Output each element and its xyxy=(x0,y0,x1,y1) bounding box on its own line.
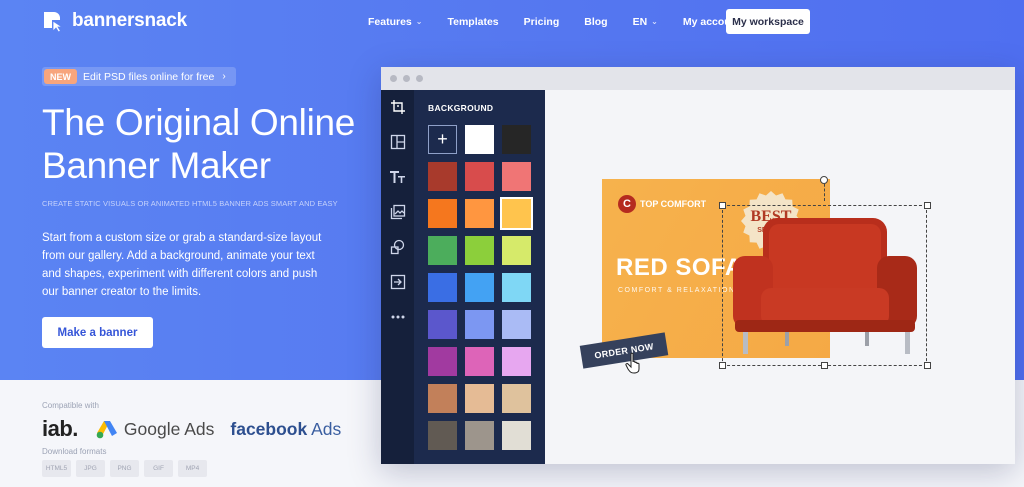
nav-pricing[interactable]: Pricing xyxy=(524,16,560,28)
format-badge-jpg: JPG xyxy=(76,460,105,477)
color-swatch[interactable] xyxy=(428,273,457,302)
download-formats-label: Download formats xyxy=(42,447,107,456)
make-banner-button[interactable]: Make a banner xyxy=(42,317,153,348)
nav-blog[interactable]: Blog xyxy=(584,16,607,28)
chevron-down-icon: ⌄ xyxy=(651,17,658,26)
window-titlebar xyxy=(381,67,1015,90)
color-swatch[interactable] xyxy=(428,199,457,228)
background-panel: BACKGROUND + xyxy=(414,90,545,464)
import-icon[interactable] xyxy=(387,271,408,292)
color-swatch[interactable] xyxy=(428,310,457,339)
banner-brand: C TOP COMFORT xyxy=(618,195,706,213)
resize-handle[interactable] xyxy=(924,362,931,369)
color-swatch[interactable] xyxy=(502,310,531,339)
resize-handle[interactable] xyxy=(719,202,726,209)
facebook-wordmark: facebook xyxy=(230,418,308,439)
color-swatch[interactable] xyxy=(428,384,457,413)
resize-handle[interactable] xyxy=(924,202,931,209)
main-nav: Features ⌄ Templates Pricing Blog EN ⌄ My … xyxy=(368,9,776,34)
new-feature-text: Edit PSD files online for free xyxy=(83,70,215,83)
more-icon[interactable] xyxy=(387,306,408,327)
format-badge-png: PNG xyxy=(110,460,139,477)
color-swatch[interactable] xyxy=(502,347,531,376)
color-swatch[interactable] xyxy=(465,384,494,413)
color-swatch[interactable] xyxy=(502,236,531,265)
color-swatch[interactable] xyxy=(465,236,494,265)
color-swatch[interactable] xyxy=(465,421,494,450)
editor-canvas[interactable]: C TOP COMFORT RED SOFA COMFORT & RELAXAT… xyxy=(545,90,1015,464)
color-swatch[interactable] xyxy=(502,273,531,302)
add-color-button[interactable]: + xyxy=(428,125,457,154)
hero-description: Start from a custom size or grab a stand… xyxy=(42,232,322,298)
nav-templates-label: Templates xyxy=(447,15,499,28)
color-swatch[interactable] xyxy=(428,347,457,376)
brand-logo-icon: C xyxy=(618,195,636,213)
color-swatch[interactable] xyxy=(502,162,531,191)
color-swatch[interactable] xyxy=(465,273,494,302)
color-swatch[interactable] xyxy=(502,384,531,413)
window-dot-icon xyxy=(416,75,423,82)
color-swatch[interactable] xyxy=(465,310,494,339)
editor-toolbar xyxy=(381,90,414,464)
compatible-label: Compatible with xyxy=(42,401,99,410)
nav-language[interactable]: EN ⌄ xyxy=(633,16,658,28)
resize-handle[interactable] xyxy=(719,362,726,369)
window-dot-icon xyxy=(403,75,410,82)
window-dot-icon xyxy=(390,75,397,82)
crop-icon[interactable] xyxy=(387,96,408,117)
partner-logos: iab. Google Ads facebook Ads xyxy=(42,415,341,443)
logo[interactable]: bannersnack xyxy=(42,10,188,33)
hand-cursor-icon xyxy=(625,352,640,374)
color-swatch[interactable] xyxy=(465,125,494,154)
nav-features[interactable]: Features ⌄ xyxy=(368,16,422,28)
brand-name: TOP COMFORT xyxy=(640,199,707,209)
editor-preview: BACKGROUND + C TOP COMFORT RED SOFA COMF… xyxy=(381,67,1015,464)
headline-line-1: The Original Online xyxy=(42,102,356,143)
headline-line-2: Banner Maker xyxy=(42,145,271,186)
nav-blog-label: Blog xyxy=(584,15,608,28)
nav-templates[interactable]: Templates xyxy=(447,16,498,28)
google-ads-text: Google Ads xyxy=(123,418,215,439)
my-workspace-button[interactable]: My workspace xyxy=(726,9,810,34)
bannersnack-logo-icon xyxy=(42,10,64,33)
iab-logo: iab. xyxy=(42,416,78,441)
resize-handle[interactable] xyxy=(821,362,828,369)
rotate-handle[interactable] xyxy=(820,176,828,184)
selection-box[interactable] xyxy=(722,205,927,366)
page-title: The Original Online Banner Maker xyxy=(42,101,382,187)
facebook-ads-text: Ads xyxy=(307,418,342,439)
color-swatch[interactable] xyxy=(428,236,457,265)
format-badge-gif: GIF xyxy=(144,460,173,477)
color-swatch[interactable] xyxy=(465,199,494,228)
download-formats: HTML5 JPG PNG GIF MP4 xyxy=(42,460,207,477)
panel-title: BACKGROUND xyxy=(428,103,494,113)
layout-icon[interactable] xyxy=(387,131,408,152)
color-swatch[interactable] xyxy=(465,162,494,191)
format-badge-mp4: MP4 xyxy=(178,460,207,477)
logo-text: bannersnack xyxy=(72,10,188,31)
color-swatch[interactable] xyxy=(502,199,531,228)
shapes-icon[interactable] xyxy=(387,236,408,257)
chevron-down-icon: ⌄ xyxy=(415,17,423,26)
google-ads-icon xyxy=(96,421,117,439)
order-now-button[interactable]: ORDER NOW xyxy=(579,332,669,369)
google-ads-logo: Google Ads xyxy=(96,419,214,440)
color-swatch[interactable] xyxy=(502,421,531,450)
banner-tagline[interactable]: COMFORT & RELAXATION xyxy=(618,287,736,294)
nav-features-label: Features xyxy=(368,15,412,28)
color-swatch[interactable] xyxy=(502,125,531,154)
text-icon[interactable] xyxy=(387,166,408,187)
color-swatch[interactable] xyxy=(465,347,494,376)
color-swatch[interactable] xyxy=(428,162,457,191)
color-swatch[interactable] xyxy=(428,421,457,450)
facebook-ads-logo: facebook Ads xyxy=(230,419,341,440)
nav-pricing-label: Pricing xyxy=(523,15,560,28)
images-icon[interactable] xyxy=(387,201,408,222)
new-badge: NEW xyxy=(44,69,77,84)
format-badge-html5: HTML5 xyxy=(42,460,71,477)
chevron-right-icon: › xyxy=(222,71,226,82)
nav-language-label: EN xyxy=(632,15,648,28)
new-feature-pill[interactable]: NEW Edit PSD files online for free › xyxy=(42,67,236,86)
hero-subtitle: CREATE STATIC VISUALS OR ANIMATED HTML5 … xyxy=(42,199,338,208)
